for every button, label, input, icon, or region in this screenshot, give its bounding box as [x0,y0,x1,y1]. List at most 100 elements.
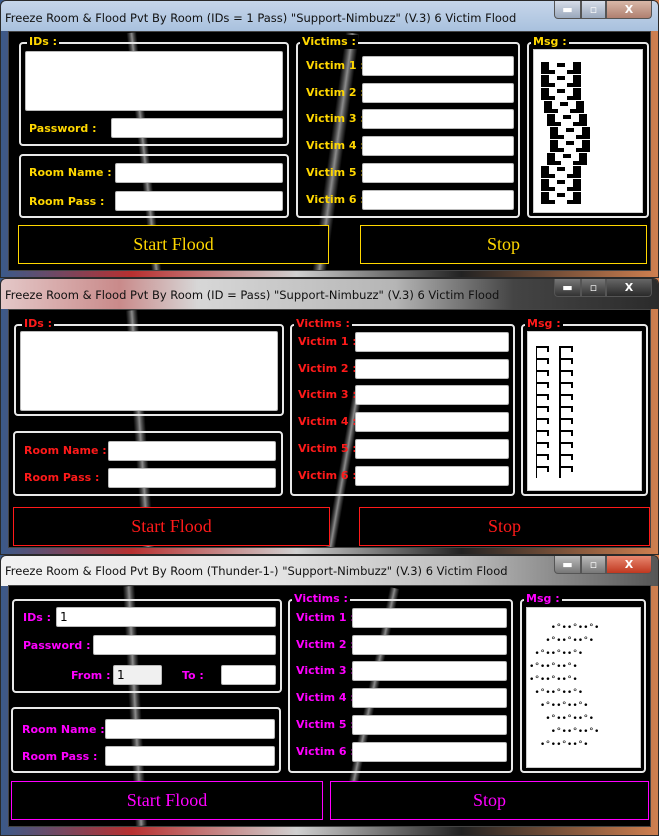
password-input[interactable] [93,635,276,655]
pattern-ladder-rung [536,406,549,418]
pattern-ladder-rung [559,454,573,466]
start-flood-button[interactable]: Start Flood [11,781,323,820]
victim-3-input[interactable] [352,661,507,681]
victim-5-input[interactable] [352,715,507,735]
window-title: Freeze Room & Flood Pvt By Room (Thunder… [5,564,508,578]
pattern-ladder-rung [559,382,573,394]
pattern-block [550,148,564,152]
victim-1-input[interactable] [355,332,509,352]
victim-3-input[interactable] [355,385,509,405]
room-pass-input[interactable] [115,191,283,211]
window-thunder: Freeze Room & Flood Pvt By Room (Thunder… [0,555,659,836]
pattern-block [567,200,581,204]
pattern-block [557,167,565,171]
room-name-input[interactable] [108,441,276,461]
victim-5-input[interactable] [355,439,509,459]
victim-4-input[interactable] [362,136,514,156]
msg-line: •°••°••°• [529,714,595,724]
window-ids-1-pass: Freeze Room & Flood Pvt By Room (IDs = 1… [0,0,659,278]
close-icon: X [624,3,634,16]
victim-3-label: Victim 3 : [306,112,365,125]
pattern-ladder-rung [536,382,549,394]
maximize-button[interactable]: ▫ [581,556,606,574]
victim-2-input[interactable] [355,359,509,379]
victims-group: Victims : Victim 1 : Victim 2 : Victim 3… [296,35,520,218]
msg-group: Msg : •°••°••°• •°••°••°• •°••°••°• •°••°… [520,592,646,773]
window-title: Freeze Room & Flood Pvt By Room (ID = Pa… [5,288,500,302]
victim-2-input[interactable] [352,635,507,655]
pattern-block [573,161,587,165]
pattern-block [541,70,555,74]
close-button[interactable]: X [606,1,652,19]
ids-textarea[interactable] [20,331,278,411]
password-input[interactable] [111,118,283,138]
client-area: IDs : Password : Room Name : Room Pass :… [8,31,651,271]
start-flood-button[interactable]: Start Flood [13,507,330,546]
to-input[interactable] [221,665,276,685]
stop-button[interactable]: Stop [360,225,647,264]
victim-2-input[interactable] [362,83,514,103]
ids-input[interactable] [56,607,276,627]
pattern-block [547,161,561,165]
room-name-label: Room Name : [22,723,105,736]
ids-group: IDs : [14,317,284,416]
maximize-icon: ▫ [589,281,598,294]
msg-pattern-block-brackets [541,62,590,204]
msg-legend: Msg : [524,592,562,606]
pattern-block [567,187,581,191]
room-pass-label: Room Pass : [22,750,98,763]
close-button[interactable]: X [606,556,652,574]
msg-textarea[interactable]: •°••°••°• •°••°••°• •°••°••°• •°••°••°• •°… [526,607,641,768]
victim-1-label: Victim 1 : [306,59,365,72]
msg-textarea[interactable] [533,49,643,213]
minimize-button[interactable]: ▬ [554,556,581,574]
msg-line: •°••°••°• [529,662,578,672]
window-id-equals-pass: Freeze Room & Flood Pvt By Room (ID = Pa… [0,278,659,555]
pattern-ladder-rung [536,358,549,370]
minimize-button[interactable]: ▬ [554,1,581,19]
pattern-block [567,174,581,178]
victim-1-label: Victim 1 : [296,611,355,624]
pattern-ladder-rung [559,430,573,442]
victim-6-label: Victim 6 : [306,193,365,206]
msg-textarea[interactable] [527,331,642,491]
ids-legend: IDs : [22,317,54,331]
room-name-input[interactable] [105,719,275,739]
victim-6-input[interactable] [352,742,507,762]
victim-5-input[interactable] [362,163,514,183]
room-pass-label: Room Pass : [29,195,105,208]
maximize-button[interactable]: ▫ [581,1,606,19]
room-pass-input[interactable] [105,746,275,766]
pattern-block [576,148,590,152]
stop-button[interactable]: Stop [359,507,650,546]
victim-6-input[interactable] [362,190,514,210]
victim-1-input[interactable] [352,608,507,628]
maximize-button[interactable]: ▫ [581,279,606,297]
pattern-block [563,154,571,158]
stop-button[interactable]: Stop [330,781,649,820]
ids-textarea[interactable] [25,51,283,111]
close-button[interactable]: X [606,279,652,297]
victim-1-input[interactable] [362,56,514,76]
victim-4-input[interactable] [355,412,509,432]
victim-4-label: Victim 4 : [296,691,355,704]
room-group: Room Name : Room Pass : [19,154,289,218]
pattern-ladder-rung [559,442,573,454]
victim-6-input[interactable] [355,466,509,486]
victim-4-input[interactable] [352,688,507,708]
room-name-input[interactable] [115,163,283,183]
ids-label: IDs : [23,611,51,624]
minimize-button[interactable]: ▬ [554,279,581,297]
room-pass-input[interactable] [108,468,276,488]
window-title: Freeze Room & Flood Pvt By Room (IDs = 1… [5,11,517,25]
start-flood-button[interactable]: Start Flood [18,225,329,264]
victim-3-input[interactable] [362,109,514,129]
msg-line: •°••°••°• [529,727,600,737]
pattern-block [576,135,590,139]
pattern-block [547,122,561,126]
from-input[interactable] [113,665,162,685]
pattern-block [541,187,555,191]
pattern-block [550,135,564,139]
login-group: IDs : Password : From : To : [12,599,282,693]
msg-line: •°••°••°• [529,740,589,750]
